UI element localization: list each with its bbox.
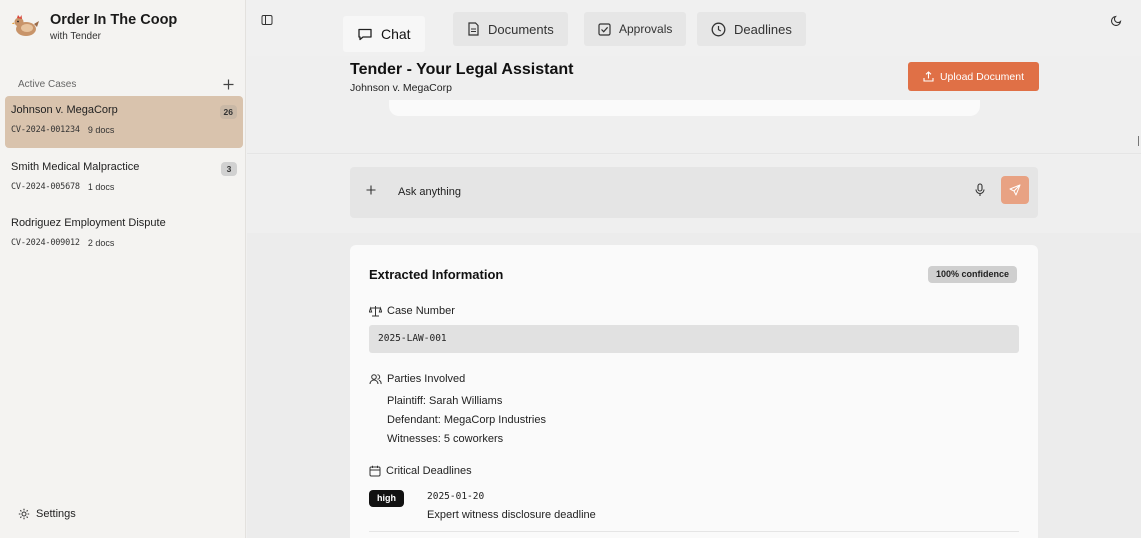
- case-docs: 2 docs: [87, 238, 115, 248]
- case-name: Smith Medical Malpractice: [11, 161, 140, 173]
- case-number: CV-2024-005678: [11, 182, 80, 192]
- send-button[interactable]: [1001, 176, 1029, 204]
- party-witnesses: Witnesses: 5 coworkers: [387, 433, 504, 445]
- case-count-badge: 26: [219, 105, 237, 119]
- case-number-value: 2025-LAW-001: [369, 325, 1019, 353]
- settings-label: Settings: [36, 508, 76, 520]
- divider: [369, 531, 1019, 532]
- calendar-icon: [369, 465, 381, 477]
- gear-icon: [18, 508, 30, 520]
- scrollbar[interactable]: [1138, 136, 1139, 146]
- section-title: Active Cases: [18, 78, 77, 90]
- upload-document-button[interactable]: Upload Document: [908, 62, 1039, 91]
- tab-chat[interactable]: Chat: [343, 16, 425, 52]
- case-item-rodriguez[interactable]: Rodriguez Employment Dispute CV-2024-009…: [5, 209, 243, 261]
- deadlines-label-text: Critical Deadlines: [386, 465, 472, 477]
- parties-label-text: Parties Involved: [387, 373, 466, 385]
- plus-icon: [366, 185, 376, 195]
- top-bar: Chat Documents Approvals Deadlines: [247, 0, 1141, 56]
- tab-deadlines[interactable]: Deadlines: [697, 12, 806, 46]
- active-cases-header: Active Cases: [18, 76, 236, 92]
- chat-input-bar: [350, 167, 1038, 218]
- sidebar-toggle-button[interactable]: [261, 14, 275, 28]
- deadlines-label: Critical Deadlines: [369, 465, 472, 477]
- tab-label: Chat: [381, 26, 411, 42]
- case-number: CV-2024-009012: [11, 238, 80, 248]
- document-icon: [468, 22, 479, 36]
- case-meta: CV-2024-009012 2 docs: [11, 238, 237, 248]
- deadline-description: Expert witness disclosure deadline: [427, 509, 596, 521]
- case-number-label-text: Case Number: [387, 305, 455, 317]
- tab-approvals[interactable]: Approvals: [584, 12, 687, 46]
- page-title: Tender - Your Legal Assistant: [350, 61, 574, 78]
- extracted-info-card: Extracted Information 100% confidence Ca…: [350, 245, 1038, 538]
- chat-input-zone: [247, 155, 1141, 233]
- case-number: CV-2024-001234: [11, 125, 80, 135]
- case-name: Rodriguez Employment Dispute: [11, 217, 166, 229]
- tab-label: Deadlines: [734, 21, 792, 37]
- checkbox-icon: [598, 22, 611, 36]
- party-plaintiff: Plaintiff: Sarah Williams: [387, 395, 503, 407]
- microphone-button[interactable]: [974, 183, 990, 199]
- brand-subtitle: with Tender: [50, 31, 101, 42]
- chat-input[interactable]: [398, 181, 958, 203]
- case-number-label: Case Number: [369, 305, 455, 317]
- chicken-logo-icon: [12, 15, 39, 36]
- panel-left-icon: [261, 15, 273, 25]
- messages-area: [247, 100, 1141, 154]
- theme-toggle-button[interactable]: [1111, 14, 1125, 28]
- add-case-button[interactable]: [220, 76, 236, 92]
- brand: Order In The Coop with Tender: [12, 10, 177, 42]
- case-name: Johnson v. MegaCorp: [11, 104, 118, 116]
- clock-icon: [711, 22, 726, 36]
- priority-badge: high: [369, 490, 404, 507]
- upload-label: Upload Document: [939, 70, 1025, 83]
- chat-icon: [358, 28, 372, 41]
- microphone-icon: [975, 183, 985, 196]
- case-docs: 1 docs: [87, 182, 115, 192]
- brand-title: Order In The Coop: [50, 12, 178, 28]
- tab-label: Documents: [488, 21, 554, 37]
- deadline-date: 2025-01-20: [427, 491, 485, 502]
- plus-icon: [223, 79, 233, 89]
- case-meta: CV-2024-005678 1 docs: [11, 182, 237, 192]
- case-meta: CV-2024-001234 9 docs: [11, 125, 237, 135]
- tab-documents[interactable]: Documents: [453, 12, 568, 46]
- parties-label: Parties Involved: [369, 373, 465, 385]
- case-item-smith[interactable]: Smith Medical Malpractice CV-2024-005678…: [5, 153, 243, 205]
- tab-label: Approvals: [619, 22, 673, 36]
- sidebar: Order In The Coop with Tender Active Cas…: [0, 0, 246, 538]
- upload-icon: [923, 71, 934, 82]
- case-docs: 9 docs: [87, 125, 115, 135]
- moon-icon: [1111, 15, 1122, 26]
- message-card: [389, 100, 980, 116]
- settings-button[interactable]: Settings: [18, 508, 76, 520]
- main-content: Extracted Information 100% confidence Ca…: [247, 233, 1141, 538]
- party-defendant: Defendant: MegaCorp Industries: [387, 414, 546, 426]
- users-icon: [369, 374, 382, 385]
- case-count-badge: 3: [221, 162, 237, 176]
- card-title: Extracted Information: [369, 267, 504, 282]
- scale-icon: [369, 306, 382, 317]
- send-icon: [1009, 184, 1021, 196]
- chat-header: Tender - Your Legal Assistant Johnson v.…: [247, 56, 1141, 106]
- case-item-johnson[interactable]: Johnson v. MegaCorp CV-2024-001234 9 doc…: [5, 96, 243, 148]
- page-subtitle: Johnson v. MegaCorp: [350, 82, 452, 94]
- confidence-badge: 100% confidence: [928, 266, 1018, 283]
- attach-button[interactable]: [366, 185, 380, 199]
